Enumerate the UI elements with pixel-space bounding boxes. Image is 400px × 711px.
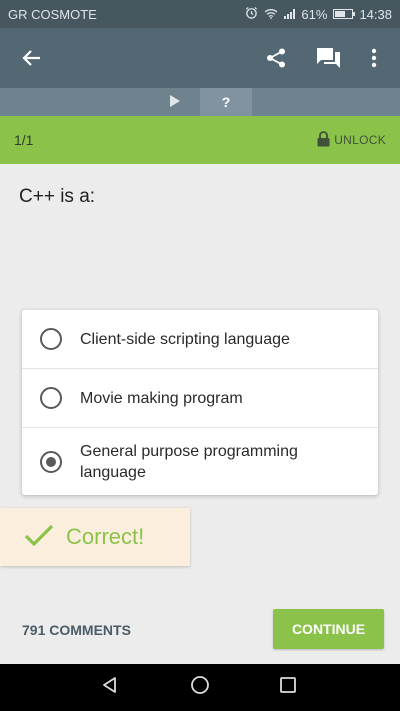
correct-feedback: Correct! — [0, 508, 190, 566]
carrier-name: GR COSMOTE — [8, 6, 97, 22]
radio-button-icon[interactable] — [40, 387, 62, 409]
progress-bar: 1/1 UNLOCK — [0, 116, 400, 164]
continue-button[interactable]: CONTINUE — [273, 609, 384, 649]
more-options-button[interactable] — [354, 38, 394, 78]
app-bar — [0, 28, 400, 88]
play-icon — [170, 94, 180, 110]
nav-recents-button[interactable] — [258, 664, 318, 711]
circle-home-icon — [190, 675, 210, 700]
nav-home-button[interactable] — [170, 664, 230, 711]
comments-icon — [315, 47, 341, 69]
tab-current-question[interactable]: ? — [200, 88, 252, 116]
comments-button[interactable] — [308, 38, 348, 78]
question-counter: 1/1 — [14, 132, 34, 148]
signal-icon — [284, 9, 296, 19]
radio-button-icon[interactable] — [40, 328, 62, 350]
status-icons: 61% 14:38 — [245, 6, 392, 22]
wifi-icon — [264, 7, 278, 22]
footer: 791 COMMENTS CONTINUE — [0, 600, 400, 660]
lock-icon — [317, 130, 330, 150]
battery-icon — [333, 9, 356, 19]
more-vert-icon — [371, 48, 377, 68]
answer-option-label: General purpose programming language — [80, 442, 298, 481]
checkmark-icon — [24, 523, 54, 552]
unlock-label: UNLOCK — [334, 133, 386, 147]
square-recents-icon — [279, 676, 297, 699]
answer-option-label: Client-side scripting language — [80, 330, 290, 348]
alarm-icon — [245, 6, 258, 22]
comments-link[interactable]: 791 COMMENTS — [22, 622, 131, 638]
radio-button-icon[interactable] — [40, 450, 62, 473]
tab-play[interactable] — [150, 88, 200, 116]
unlock-button[interactable]: UNLOCK — [317, 130, 386, 150]
question-text: C++ is a: — [19, 186, 96, 207]
back-arrow-icon — [22, 48, 42, 68]
status-bar: GR COSMOTE 61% 14:38 — [0, 0, 400, 28]
triangle-back-icon — [101, 676, 119, 699]
clock-time: 14:38 — [359, 6, 392, 22]
system-nav-bar — [0, 664, 400, 711]
answer-option[interactable]: Movie making program — [22, 369, 378, 428]
share-icon — [265, 47, 287, 69]
answer-option[interactable]: General purpose programming language — [22, 428, 378, 495]
battery-percent: 61% — [301, 6, 328, 22]
lesson-tab-strip: ? — [0, 88, 400, 116]
answer-options: Client-side scripting language Movie mak… — [22, 310, 378, 495]
answer-option[interactable]: Client-side scripting language — [22, 310, 378, 369]
back-button[interactable] — [12, 38, 52, 78]
nav-back-button[interactable] — [80, 664, 140, 711]
feedback-text: Correct! — [66, 524, 145, 549]
answer-option-label: Movie making program — [80, 389, 243, 407]
share-button[interactable] — [256, 38, 296, 78]
